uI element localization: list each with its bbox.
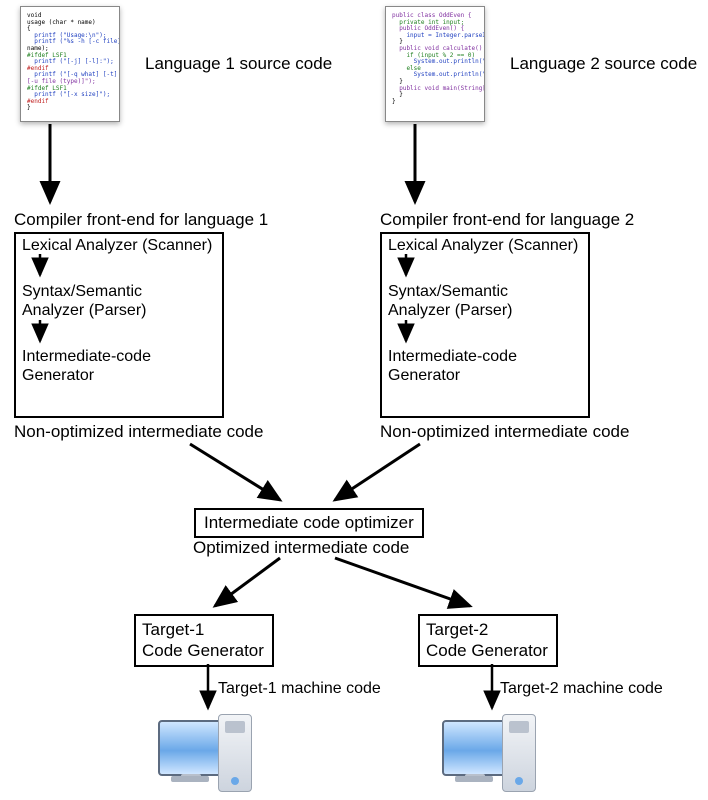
- fe2-stage-ic-a: Intermediate-code: [388, 348, 582, 366]
- target1-line1: Target-1: [142, 619, 266, 640]
- fe1-stage-syntax-a: Syntax/Semantic: [22, 283, 216, 301]
- fe2-stage-syntax-a: Syntax/Semantic: [388, 283, 582, 301]
- computer-icon-2: [442, 714, 537, 796]
- label-src1: Language 1 source code: [145, 54, 332, 74]
- target1-line2: Code Generator: [142, 640, 266, 661]
- label-nonopt1: Non-optimized intermediate code: [14, 422, 263, 442]
- target1-box: Target-1 Code Generator: [134, 614, 274, 667]
- label-src2: Language 2 source code: [510, 54, 697, 74]
- source-code-1: voidusage (char * name){ printf ("Usage:…: [20, 6, 120, 122]
- fe1-stage-ic-b: Generator: [22, 367, 216, 385]
- fe2-stage-lexical: Lexical Analyzer (Scanner): [388, 237, 582, 255]
- label-target1-code: Target-1 machine code: [218, 680, 381, 698]
- target2-box: Target-2 Code Generator: [418, 614, 558, 667]
- fe2-stage-ic-b: Generator: [388, 367, 582, 385]
- optimizer-label: Intermediate code optimizer: [204, 513, 414, 532]
- fe2-stage-syntax-b: Analyzer (Parser): [388, 302, 582, 320]
- fe1-stage-ic-a: Intermediate-code: [22, 348, 216, 366]
- frontend-box-1: Lexical Analyzer (Scanner) Syntax/Semant…: [14, 232, 224, 418]
- label-fe1-title: Compiler front-end for language 1: [14, 210, 268, 230]
- label-nonopt2: Non-optimized intermediate code: [380, 422, 629, 442]
- target2-line1: Target-2: [426, 619, 550, 640]
- label-target2-code: Target-2 machine code: [500, 680, 663, 698]
- fe1-stage-syntax-b: Analyzer (Parser): [22, 302, 216, 320]
- fe1-stage-lexical: Lexical Analyzer (Scanner): [22, 237, 216, 255]
- label-optimized: Optimized intermediate code: [193, 538, 409, 558]
- source-code-2: public class OddEven { private int input…: [385, 6, 485, 122]
- computer-icon-1: [158, 714, 253, 796]
- label-fe2-title: Compiler front-end for language 2: [380, 210, 634, 230]
- target2-line2: Code Generator: [426, 640, 550, 661]
- frontend-box-2: Lexical Analyzer (Scanner) Syntax/Semant…: [380, 232, 590, 418]
- optimizer-box: Intermediate code optimizer: [194, 508, 424, 538]
